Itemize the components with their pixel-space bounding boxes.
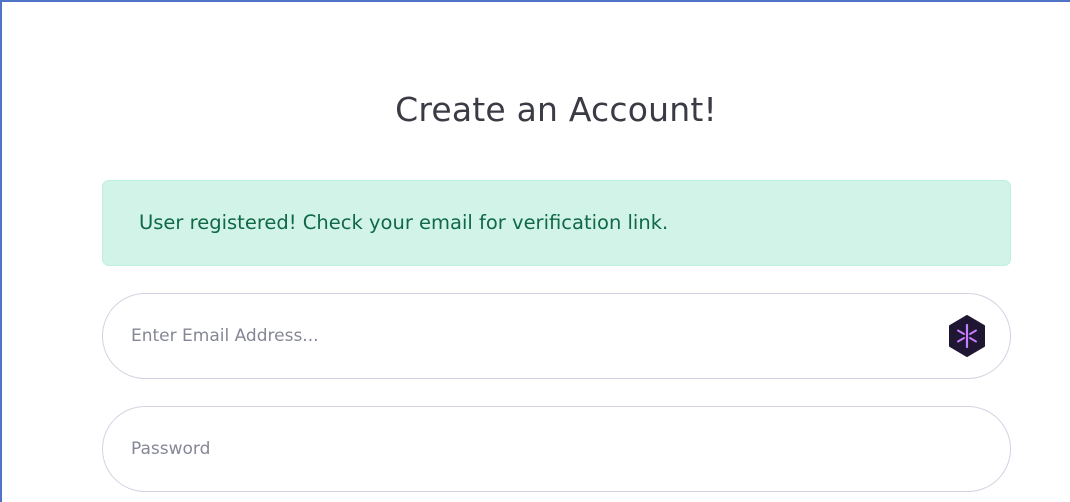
password-input[interactable] <box>131 427 931 471</box>
email-field-wrapper <box>102 293 1011 379</box>
page-frame: Create an Account! User registered! Chec… <box>0 0 1070 502</box>
alert-message: User registered! Check your email for ve… <box>139 211 669 234</box>
password-field-wrapper <box>102 406 1011 492</box>
password-manager-icon[interactable] <box>946 314 988 358</box>
email-input[interactable] <box>131 314 931 358</box>
success-alert: User registered! Check your email for ve… <box>102 180 1011 266</box>
page-title: Create an Account! <box>395 90 717 129</box>
